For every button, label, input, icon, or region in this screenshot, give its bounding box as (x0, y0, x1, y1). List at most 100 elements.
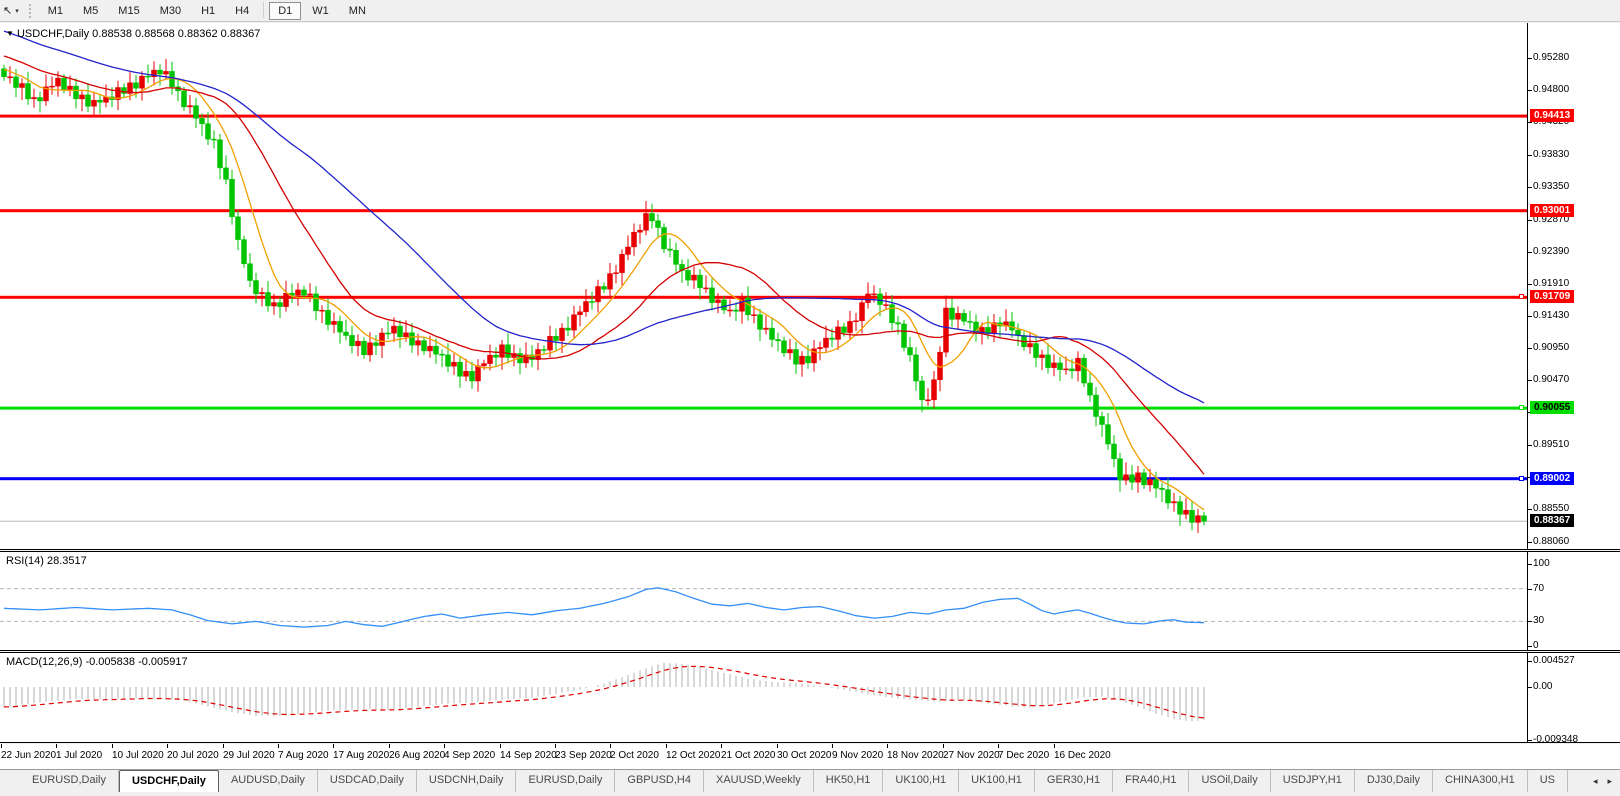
symbol-tab-dj30-daily[interactable]: DJ30,Daily (1355, 770, 1433, 792)
level-line-0.90055[interactable] (0, 407, 1527, 410)
date-tickmark (887, 744, 888, 748)
price-tickmark (1528, 380, 1532, 381)
price-tickmark (1528, 445, 1532, 446)
timeframe-button-h1[interactable]: H1 (192, 2, 224, 20)
date-label: 21 Oct 2020 (721, 750, 775, 761)
timeframe-button-m15[interactable]: M15 (109, 2, 148, 20)
symbol-tab-xauusd-weekly[interactable]: XAUUSD,Weekly (704, 770, 814, 792)
level-line-0.89002[interactable] (0, 477, 1527, 480)
chart-symbol-label: USDCHF,Daily (17, 28, 89, 40)
symbol-tab-gbpusd-h4[interactable]: GBPUSD,H4 (615, 770, 704, 792)
date-label: 10 Jul 2020 (112, 750, 164, 761)
time-axis[interactable]: 22 Jun 20201 Jul 202010 Jul 202020 Jul 2… (0, 744, 1620, 769)
symbol-tab-usdcnh-daily[interactable]: USDCNH,Daily (417, 770, 517, 792)
level-price-box: 0.93001 (1530, 204, 1574, 217)
symbol-tab-uk100-h1[interactable]: UK100,H1 (959, 770, 1035, 792)
timeframe-button-m1[interactable]: M1 (39, 2, 72, 20)
macd-tick-label: 0.004527 (1533, 655, 1575, 666)
timeframe-button-m30[interactable]: M30 (151, 2, 190, 20)
macd-axis: 0.0045270.00-0.009348 (1527, 653, 1620, 742)
date-tickmark (167, 744, 168, 748)
price-tickmark (1528, 348, 1532, 349)
symbol-tab-china300-h1[interactable]: CHINA300,H1 (1433, 770, 1528, 792)
collapse-triangle-icon[interactable]: ▼ (6, 29, 14, 38)
tab-scroll-controls: ◂▸ (1588, 770, 1620, 792)
date-label: 9 Nov 2020 (832, 750, 883, 761)
date-label: 12 Oct 2020 (666, 750, 720, 761)
rsi-tick-label: 0 (1533, 640, 1539, 651)
date-label: 2 Oct 2020 (610, 750, 659, 761)
tab-scroll-left-icon[interactable]: ◂ (1588, 774, 1603, 789)
date-tickmark (832, 744, 833, 748)
symbol-tab-ger30-h1[interactable]: GER30,H1 (1035, 770, 1113, 792)
rsi-tickmark (1528, 646, 1532, 647)
date-label: 27 Nov 2020 (943, 750, 1000, 761)
timeframe-button-d1[interactable]: D1 (269, 2, 301, 20)
level-drag-handle[interactable] (1519, 476, 1524, 481)
level-line-0.94413[interactable] (0, 115, 1527, 118)
price-tick-label: 0.92390 (1533, 246, 1569, 257)
date-tickmark (278, 744, 279, 748)
toolbar-grip[interactable] (29, 4, 32, 18)
symbol-tab-usdjpy-h1[interactable]: USDJPY,H1 (1271, 770, 1355, 792)
date-tickmark (389, 744, 390, 748)
date-tickmark (333, 744, 334, 748)
level-drag-handle[interactable] (1519, 294, 1524, 299)
rsi-pane: RSI(14) 28.3517 10070300 (0, 551, 1620, 651)
date-tickmark (555, 744, 556, 748)
price-tickmark (1528, 90, 1532, 91)
date-label: 30 Oct 2020 (777, 750, 831, 761)
symbol-tab-usdchf-daily[interactable]: USDCHF,Daily (119, 770, 219, 792)
price-tickmark (1528, 155, 1532, 156)
level-drag-handle[interactable] (1519, 405, 1524, 410)
macd-tick-label: 0.00 (1533, 681, 1552, 692)
price-tickmark (1528, 122, 1532, 123)
date-label: 18 Nov 2020 (887, 750, 944, 761)
moving-average-21[interactable] (4, 56, 1204, 474)
date-tickmark (1, 744, 2, 748)
price-tick-label: 0.91430 (1533, 310, 1569, 321)
symbol-tab-us[interactable]: US (1528, 770, 1568, 792)
cursor-tool-icon[interactable]: ↖ (0, 4, 15, 17)
date-label: 29 Jul 2020 (223, 750, 275, 761)
date-label: 17 Aug 2020 (333, 750, 389, 761)
symbol-tab-hk50-h1[interactable]: HK50,H1 (814, 770, 884, 792)
level-price-box: 0.91709 (1530, 290, 1574, 303)
macd-tickmark (1528, 687, 1532, 688)
price-tickmark (1528, 58, 1532, 59)
date-label: 1 Jul 2020 (56, 750, 102, 761)
date-label: 22 Jun 2020 (1, 750, 56, 761)
macd-label: MACD(12,26,9) -0.005838 -0.005917 (6, 656, 188, 668)
price-tickmark (1528, 509, 1532, 510)
symbol-tab-eurusd-daily[interactable]: EURUSD,Daily (20, 770, 119, 792)
price-tick-label: 0.89510 (1533, 439, 1569, 450)
symbol-tab-eurusd-daily[interactable]: EURUSD,Daily (516, 770, 615, 792)
timeframe-button-mn[interactable]: MN (340, 2, 375, 20)
price-tick-label: 0.90950 (1533, 342, 1569, 353)
rsi-tickmark (1528, 621, 1532, 622)
macd-tickmark (1528, 740, 1532, 741)
price-tickmark (1528, 316, 1532, 317)
date-tickmark (777, 744, 778, 748)
price-axis[interactable]: 0.952800.948000.943200.938300.933500.928… (1527, 23, 1620, 549)
macd-chart (0, 653, 1527, 744)
price-tick-label: 0.95280 (1533, 52, 1569, 63)
tab-scroll-right-icon[interactable]: ▸ (1602, 774, 1617, 789)
symbol-tab-usoil-daily[interactable]: USOil,Daily (1189, 770, 1270, 792)
symbol-tab-usdcad-daily[interactable]: USDCAD,Daily (318, 770, 417, 792)
symbol-tab-uk100-h1[interactable]: UK100,H1 (883, 770, 959, 792)
price-tick-label: 0.88550 (1533, 503, 1569, 514)
chevron-down-icon[interactable]: ▾ (15, 7, 23, 15)
timeframe-button-m5[interactable]: M5 (74, 2, 107, 20)
timeframe-button-w1[interactable]: W1 (303, 2, 338, 20)
chart-ohlc-values: 0.88538 0.88568 0.88362 0.88367 (92, 28, 260, 40)
symbol-tab-fra40-h1[interactable]: FRA40,H1 (1113, 770, 1189, 792)
symbol-tab-audusd-daily[interactable]: AUDUSD,Daily (219, 770, 318, 792)
macd-histogram-layer (4, 663, 1204, 722)
timeframe-button-h4[interactable]: H4 (226, 2, 258, 20)
level-line-0.93001[interactable] (0, 209, 1527, 212)
level-lines-layer (0, 115, 1527, 481)
main-chart-pane: ▼ USDCHF,Daily 0.88538 0.88568 0.88362 0… (0, 23, 1620, 550)
level-price-box: 0.90055 (1530, 401, 1574, 414)
price-tickmark (1528, 187, 1532, 188)
